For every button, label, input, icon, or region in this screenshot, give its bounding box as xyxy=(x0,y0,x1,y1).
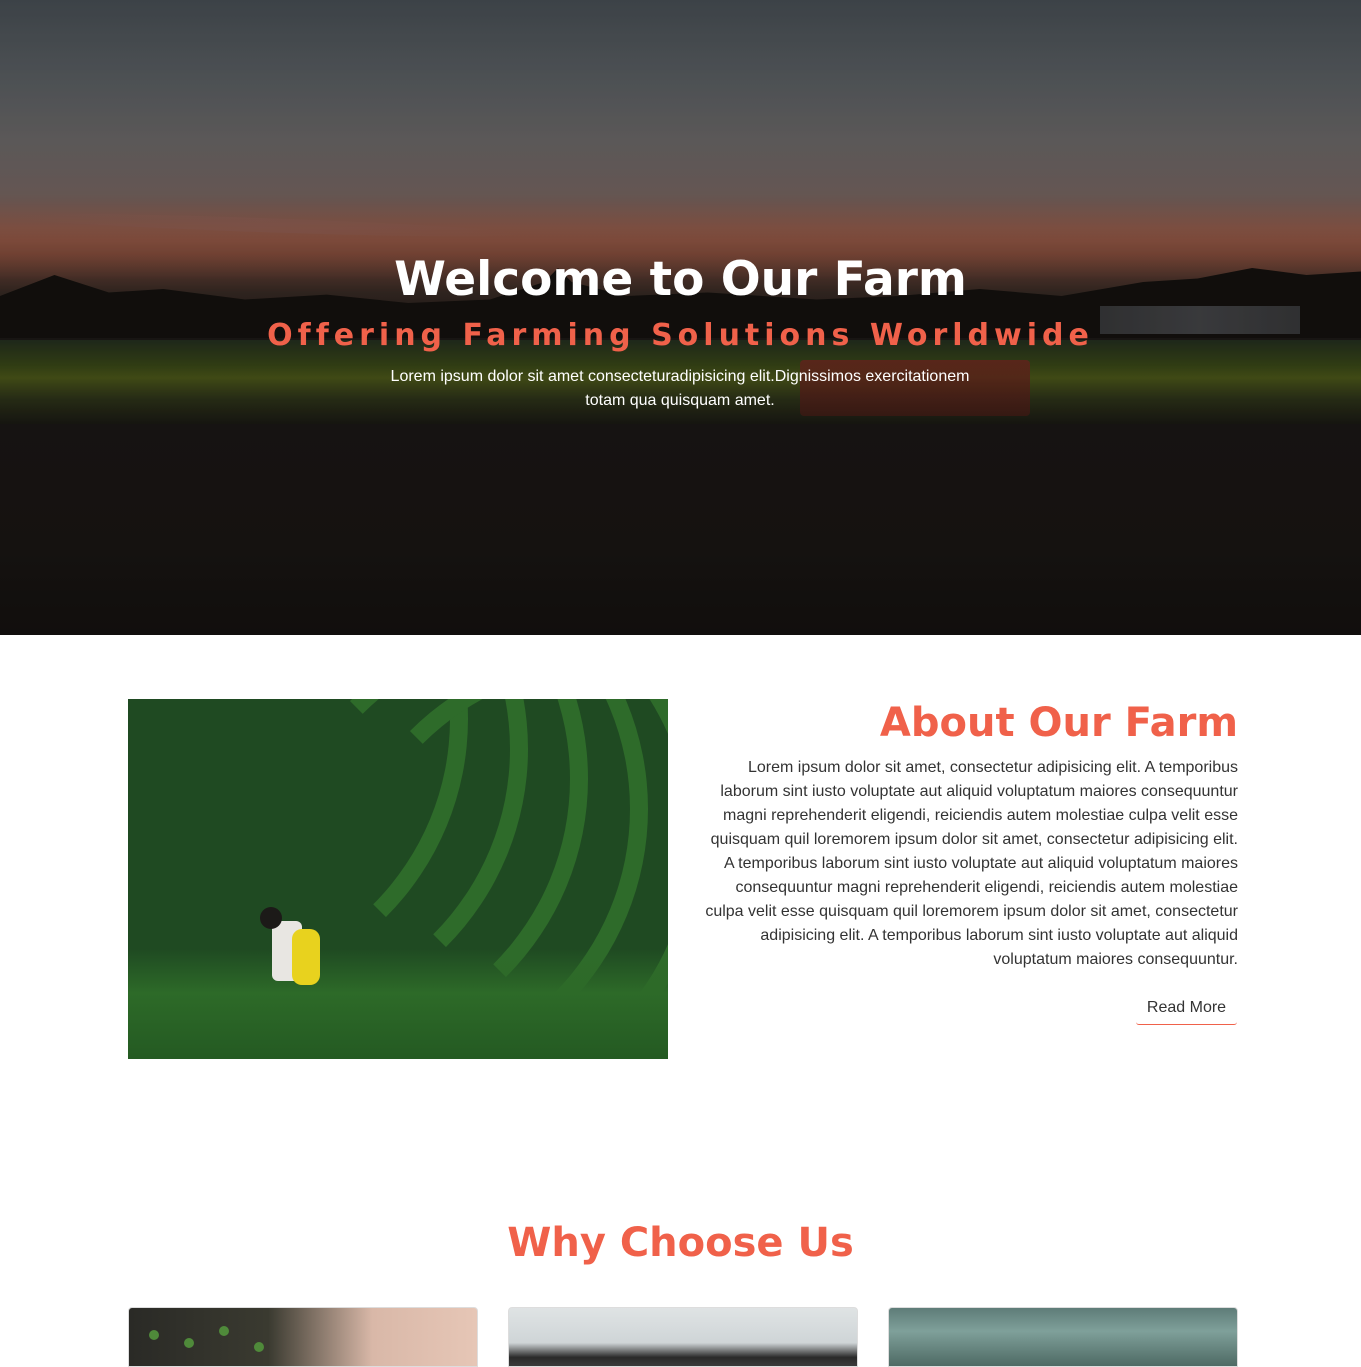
about-title: About Our Farm xyxy=(879,700,1238,746)
hero-title: Welcome to Our Farm xyxy=(394,252,967,307)
hero-subtitle: Offering Farming Solutions Worldwide xyxy=(267,318,1094,353)
about-farm-image xyxy=(128,699,668,1059)
why-choose-title: Why Choose Us xyxy=(507,1220,854,1266)
farmer-figure xyxy=(260,907,330,987)
feature-card-seedlings[interactable] xyxy=(128,1307,478,1367)
about-text: Lorem ipsum dolor sit amet, consectetur … xyxy=(705,759,1238,968)
hero-text: Lorem ipsum dolor sit amet consecteturad… xyxy=(390,368,970,409)
feature-card-equipment[interactable] xyxy=(508,1307,858,1367)
read-more-button[interactable]: Read More xyxy=(1136,992,1237,1025)
hero-section: Welcome to Our Farm Offering Farming Sol… xyxy=(0,0,1361,635)
feature-card-cabbage-field[interactable] xyxy=(888,1307,1238,1367)
